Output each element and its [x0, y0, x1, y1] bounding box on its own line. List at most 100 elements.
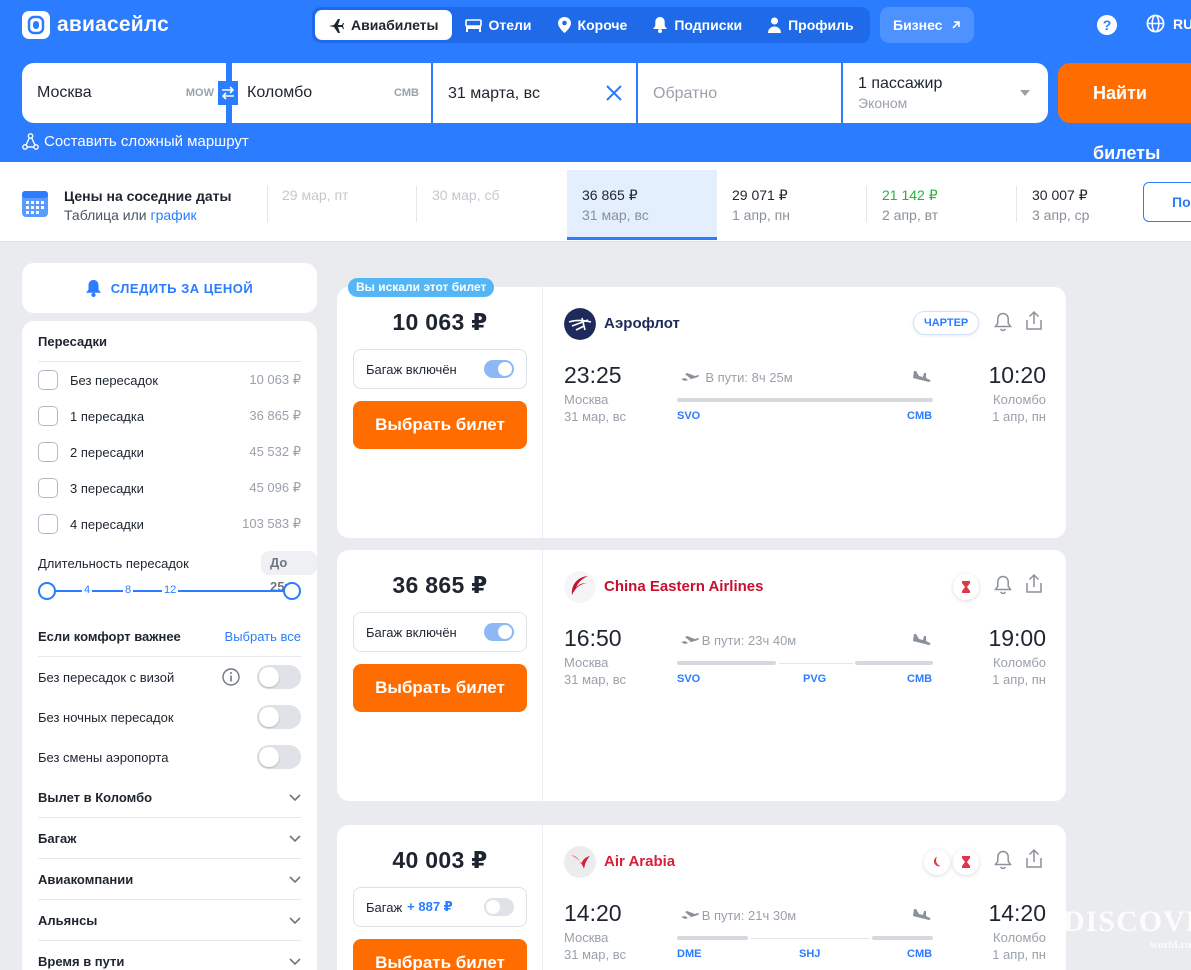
airport-code: SVO: [677, 673, 701, 685]
nav-tab-flights[interactable]: Авиабилеты: [315, 10, 452, 40]
checkbox[interactable]: [38, 442, 58, 462]
checkbox[interactable]: [38, 514, 58, 534]
destination-field[interactable]: Коломбо CMB: [232, 63, 431, 123]
comfort-option[interactable]: Без ночных пересадок: [38, 704, 301, 730]
complex-route-link[interactable]: Составить сложный маршрут: [22, 133, 249, 150]
track-price-button[interactable]: СЛЕДИТЬ ЗА ЦЕНОЙ: [22, 263, 317, 313]
filter-section-departure[interactable]: Вылет в Коломбо: [38, 785, 301, 809]
date-label: 30 мар, сб: [432, 187, 500, 203]
route-segment: [677, 661, 776, 665]
comfort-option[interactable]: Без смены аэропорта: [38, 744, 301, 770]
baggage-option[interactable]: Багаж + 887 ₽: [353, 887, 527, 927]
share-icon[interactable]: [1025, 848, 1043, 869]
chevron-down-icon: [289, 875, 301, 883]
select-all-link[interactable]: Выбрать все: [225, 629, 301, 644]
arrival-city: Коломбо: [993, 655, 1046, 670]
ticket-card[interactable]: 10 063 ₽ Багаж включён Выбрать билет Аэр…: [337, 287, 1066, 538]
info-icon[interactable]: [222, 668, 240, 686]
close-icon[interactable]: [605, 84, 623, 102]
date-cell-selected[interactable]: 36 865 ₽ 31 мар, вс: [567, 170, 717, 240]
business-button[interactable]: Бизнес: [880, 7, 975, 43]
baggage-toggle[interactable]: [484, 623, 514, 641]
main-nav: Авиабилеты Отели Короче Подписки Профиль: [312, 7, 870, 43]
slider-handle-max[interactable]: [283, 582, 301, 600]
toggle-switch[interactable]: [257, 665, 301, 689]
bell-icon[interactable]: [994, 312, 1012, 332]
comfort-option[interactable]: Без пересадок с визой: [38, 664, 301, 690]
date-cell[interactable]: 30 мар, сб: [417, 170, 567, 240]
show-more-dates-button[interactable]: Показать: [1143, 182, 1191, 222]
filter-section-airlines[interactable]: Авиакомпании: [38, 867, 301, 891]
toggle-switch[interactable]: [257, 745, 301, 769]
bell-icon[interactable]: [994, 850, 1012, 870]
origin-field[interactable]: Москва MOW: [22, 63, 226, 123]
business-label: Бизнес: [893, 17, 943, 33]
toggle-switch[interactable]: [257, 705, 301, 729]
route-track: [677, 936, 933, 940]
nav-tab-label: Отели: [488, 17, 532, 33]
table-link[interactable]: Таблица: [64, 207, 119, 223]
chart-link[interactable]: график: [151, 207, 197, 223]
nav-tab-subscriptions[interactable]: Подписки: [640, 10, 755, 40]
share-icon[interactable]: [1025, 310, 1043, 331]
stops-option[interactable]: Без пересадок 10 063 ₽: [38, 368, 301, 392]
route-segment: [855, 661, 933, 665]
departure-time: 16:50: [564, 625, 622, 651]
chevron-down-icon: [1020, 90, 1030, 96]
baggage-option[interactable]: Багаж включён: [353, 612, 527, 652]
ticket-card[interactable]: 40 003 ₽ Багаж + 887 ₽ Выбрать билет Air…: [337, 825, 1066, 970]
date-label: 1 апр, пн: [732, 207, 790, 223]
arrival-time: 19:00: [988, 625, 1046, 651]
arrow-up-right-icon: [952, 21, 961, 29]
return-placeholder: Обратно: [653, 85, 718, 102]
origin-value: Москва: [37, 84, 92, 101]
nav-tab-hotels[interactable]: Отели: [452, 10, 545, 40]
route-icon: [22, 133, 39, 150]
slider-tick: 12: [162, 584, 179, 596]
date-cell[interactable]: 29 мар, пт: [267, 170, 417, 240]
passengers-select[interactable]: 1 пассажир Эконом: [843, 63, 1048, 123]
find-tickets-button[interactable]: Найти билеты: [1058, 63, 1191, 163]
date-label: 3 апр, ср: [1032, 207, 1090, 223]
checkbox[interactable]: [38, 478, 58, 498]
baggage-toggle[interactable]: [484, 360, 514, 378]
bell-icon[interactable]: [994, 575, 1012, 595]
select-ticket-button[interactable]: Выбрать билет: [353, 401, 527, 449]
date-cell-cheapest[interactable]: 21 142 ₽ 2 апр, вт: [867, 170, 1017, 240]
arrival-city: Коломбо: [993, 392, 1046, 407]
filter-section-baggage[interactable]: Багаж: [38, 826, 301, 850]
swap-icon[interactable]: [218, 81, 238, 105]
help-icon[interactable]: ?: [1097, 15, 1117, 35]
checkbox[interactable]: [38, 406, 58, 426]
language-switch[interactable]: RU: [1146, 14, 1191, 33]
stops-option[interactable]: 1 пересадка 36 865 ₽: [38, 404, 301, 428]
baggage-toggle[interactable]: [484, 898, 514, 916]
baggage-option[interactable]: Багаж включён: [353, 349, 527, 389]
stops-option[interactable]: 3 пересадки 45 096 ₽: [38, 476, 301, 500]
brand-logo[interactable]: авиасейлс: [22, 11, 169, 39]
departure-date: 31 мар, вс: [564, 947, 626, 962]
checkbox[interactable]: [38, 370, 58, 390]
layover-segment: [779, 662, 853, 664]
ticket-price: 36 865 ₽: [392, 572, 488, 598]
nav-tab-short[interactable]: Короче: [545, 10, 641, 40]
select-ticket-button[interactable]: Выбрать билет: [353, 939, 527, 970]
return-date-field[interactable]: Обратно: [638, 63, 841, 123]
date-cell[interactable]: 30 007 ₽ 3 апр, ср: [1017, 170, 1137, 240]
filter-section-alliances[interactable]: Альянсы: [38, 908, 301, 932]
airport-code: SVO: [677, 410, 701, 422]
slider-handle-min[interactable]: [38, 582, 56, 600]
depart-date-field[interactable]: 31 марта, вс: [433, 63, 636, 123]
share-icon[interactable]: [1025, 573, 1043, 594]
stops-option[interactable]: 2 пересадки 45 532 ₽: [38, 440, 301, 464]
slider-tick: 8: [123, 584, 134, 596]
stops-option-label: 4 пересадки: [70, 516, 144, 532]
duration-slider[interactable]: 4 8 12: [38, 582, 301, 600]
stops-option[interactable]: 4 пересадки 103 583 ₽: [38, 512, 301, 536]
nav-tab-profile[interactable]: Профиль: [755, 10, 867, 40]
select-ticket-button[interactable]: Выбрать билет: [353, 664, 527, 712]
date-cell[interactable]: 29 071 ₽ 1 апр, пн: [717, 170, 867, 240]
arrival-date: 1 апр, пн: [992, 409, 1046, 424]
filter-section-travel-time[interactable]: Время в пути: [38, 949, 301, 970]
ticket-card[interactable]: 36 865 ₽ Багаж включён Выбрать билет Chi…: [337, 550, 1066, 801]
